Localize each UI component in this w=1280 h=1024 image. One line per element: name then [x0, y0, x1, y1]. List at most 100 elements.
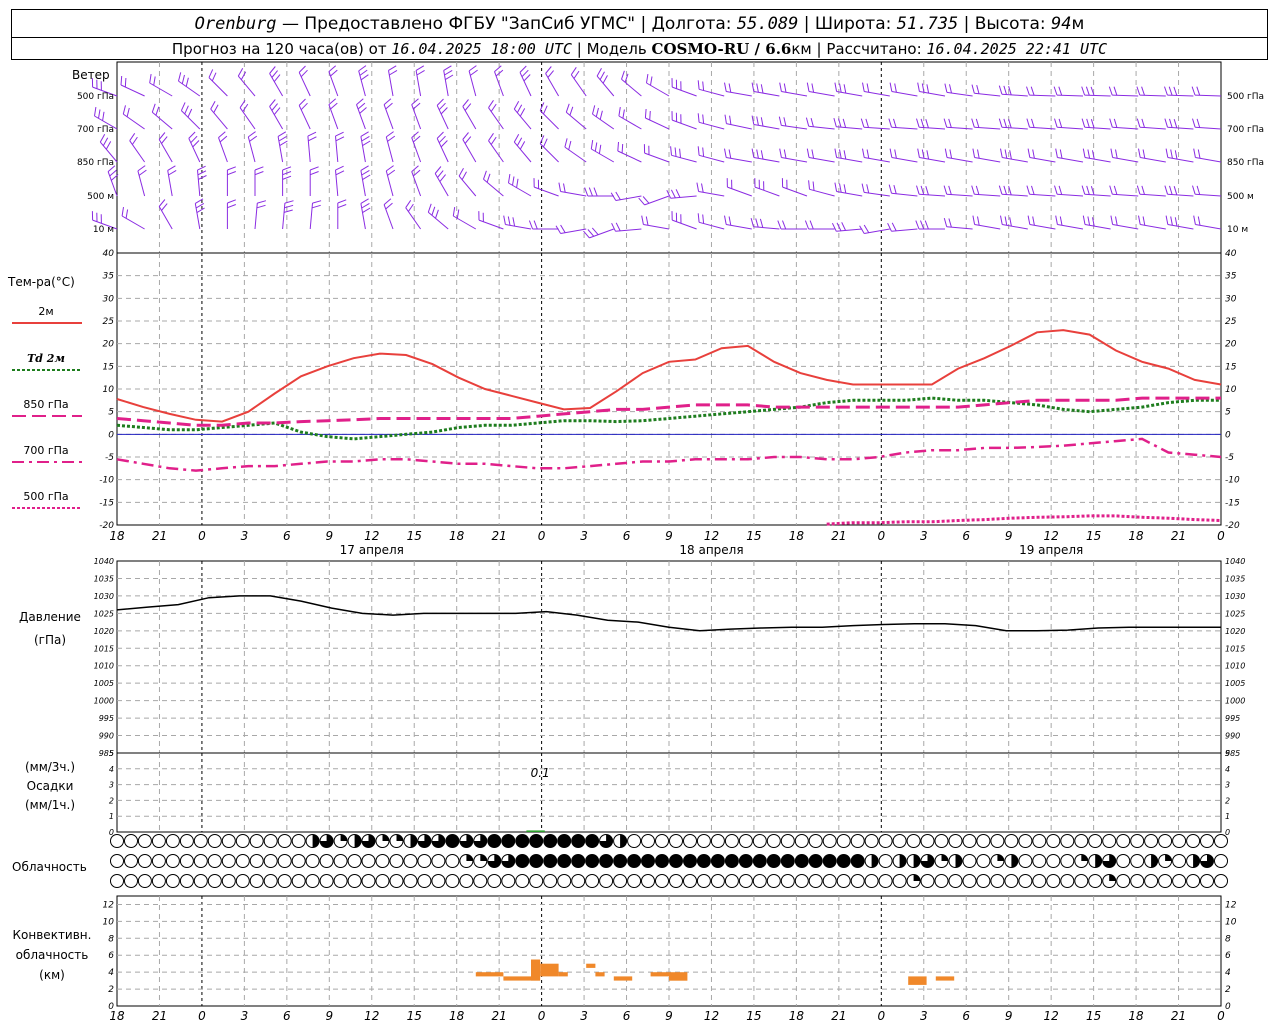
wind-barb-feather: [109, 169, 117, 177]
wind-barb: [753, 157, 780, 163]
cloud-symbol: [319, 854, 334, 868]
pressure-ytick-right: 1020: [1225, 627, 1245, 636]
cloud-symbol: [361, 874, 376, 888]
wind-level-label-right: 500 м: [1227, 192, 1254, 202]
wind-barb-feather: [444, 69, 453, 76]
wind-barb: [592, 113, 615, 130]
wind-barb-feather: [599, 71, 605, 80]
wind-barb: [864, 91, 890, 97]
cloud-symbol: [151, 834, 166, 848]
pressure-ytick-right: 990: [1225, 732, 1240, 741]
cloud-symbol: [850, 874, 865, 888]
wind-barb: [781, 157, 808, 163]
wind-barb: [946, 91, 973, 97]
wind-barb: [1001, 126, 1028, 130]
wind-barb-feather: [335, 170, 345, 176]
conv-xtick: 18: [109, 1009, 125, 1023]
wind-barb-feather: [1109, 118, 1113, 128]
wind-barb-feather: [804, 220, 810, 230]
wind-level-label-right: 850 гПа: [1227, 158, 1264, 168]
cloud-symbol: [361, 854, 376, 868]
wind-barb-feather: [593, 187, 598, 197]
wind-barb: [539, 143, 559, 163]
temp-xtick: 15: [407, 529, 422, 543]
precip-ytick-right: 3: [1225, 781, 1230, 790]
wind-barb-feather: [362, 174, 371, 181]
wind-barb-feather: [834, 82, 838, 92]
wind-barb-feather: [254, 171, 264, 176]
cloud-symbol: [878, 834, 893, 848]
cloud-symbol: [151, 874, 166, 888]
temp-ytick-right: 5: [1225, 408, 1231, 418]
wind-barb: [282, 203, 286, 230]
cloud-symbol: [683, 874, 697, 888]
wind-barb-feather: [105, 141, 112, 150]
temp-ytick-left: 40: [103, 249, 115, 259]
wind-barb: [836, 126, 863, 130]
wind-barb-feather: [1136, 86, 1141, 96]
cloud-symbol: [375, 854, 390, 868]
pressure-ytick-left: 990: [99, 732, 114, 741]
cloud-symbol: [235, 854, 250, 868]
wind-barb: [488, 107, 504, 130]
wind-barb: [1139, 126, 1166, 130]
cloud-symbol: [1032, 874, 1047, 888]
wind-barb: [591, 148, 615, 163]
wind-barb: [121, 215, 145, 230]
cloud-symbol: [1088, 834, 1103, 848]
wind-barb-feather: [1086, 118, 1090, 128]
wind-barb-feather: [1081, 86, 1086, 96]
wind-barb-feather: [977, 149, 980, 159]
wind-level-label-left: 850 гПа: [77, 158, 114, 168]
conv-cloud-bar: [531, 959, 541, 981]
cloud-symbol: [669, 834, 683, 848]
wind-barb: [891, 91, 918, 97]
wind-barb-feather: [865, 118, 869, 128]
wind-barb-feather: [508, 174, 511, 184]
cloud-fill-partial: [382, 834, 389, 841]
wind-barb-feather: [917, 148, 920, 158]
wind-barb: [1112, 157, 1139, 163]
temp-xtick: 21: [831, 529, 846, 543]
wind-barb-feather: [563, 183, 566, 193]
wind-barb-feather: [1196, 118, 1201, 128]
wind-barb-feather: [756, 116, 759, 126]
wind-barb-feather: [971, 84, 975, 94]
conv-ytick-left: 6: [108, 951, 114, 961]
wind-barb-feather: [696, 182, 700, 192]
wind-barb: [781, 124, 808, 130]
cloud-symbol: [1004, 834, 1019, 848]
wind-barb-feather: [949, 149, 953, 159]
wind-barb-feather: [337, 204, 347, 209]
wind-barb-feather: [622, 109, 625, 119]
cloud-symbol: [221, 834, 236, 848]
wind-barb: [539, 110, 559, 130]
wind-barb-feather: [1169, 118, 1173, 128]
wind-barb-feather: [728, 216, 732, 226]
wind-barb-feather: [783, 117, 787, 127]
wind-barb-feather: [916, 185, 920, 195]
cloud-symbol: [333, 874, 348, 888]
wind-barb-feather: [944, 83, 948, 93]
wind-barb: [1195, 126, 1222, 130]
wind-barb-feather: [1058, 118, 1063, 128]
cloud-symbol: [1060, 854, 1075, 868]
wind-barb-feather: [860, 118, 865, 128]
cloud-fill-full: [627, 854, 641, 868]
conv-xtick: 9: [1005, 1009, 1013, 1023]
temp-xtick: 6: [283, 529, 291, 543]
cloud-symbol: [850, 834, 865, 848]
cloud-symbol: [752, 834, 767, 848]
day-label: 19 апреля: [1019, 543, 1083, 557]
wind-barb: [589, 228, 614, 239]
wind-barb: [309, 203, 313, 230]
wind-barb-feather: [310, 166, 319, 171]
wind-barb-feather: [1000, 215, 1003, 225]
wind-barb-feather: [861, 183, 865, 193]
wind-barb-feather: [513, 100, 520, 110]
wind-barb-feather: [1082, 148, 1086, 158]
cloud-symbol: [1130, 874, 1145, 888]
wind-barb-feather: [1170, 149, 1173, 159]
cloud-symbol: [976, 854, 991, 868]
wind-level-label-right: 500 гПа: [1227, 92, 1264, 102]
